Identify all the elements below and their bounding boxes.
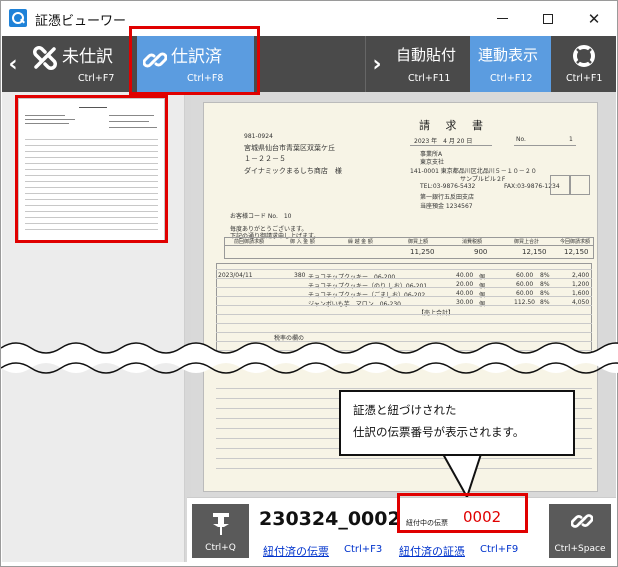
item-unit-1: 個 [479,272,485,281]
this-invoice-label: 今回御請求額 [560,239,591,245]
auto-attach-label: 自動貼付 [396,46,457,64]
chevron-left-icon: ‹ [8,51,18,77]
invoice-no-label: No. [516,136,526,143]
chevron-right-icon: › [372,51,382,77]
carryover-label: 繰 越 金 額 [348,239,373,245]
item-name-2: チョコチップクッキー（のり しお）06-201 [308,281,427,290]
item-name-1: チョコチップクッキー 06-200 [308,272,395,281]
payment-label: 御 入 金 額 [290,239,315,245]
item-name-3: チョコチップクッキー（ごましお）06-202 [308,290,425,299]
tax-label: 消費税額 [462,239,483,245]
title-bar: 証憑ビューワー ✕ [1,1,617,36]
linked-slip-shortcut: Ctrl+F3 [344,544,383,555]
sender-building: サンプルビル２F [460,176,506,183]
voucher-number: 230324_0002 [259,508,401,530]
highlight-journaled [129,26,260,95]
prev-arrow-button[interactable]: ‹ [2,36,24,92]
item-unit-3: 個 [479,290,485,299]
app-search-icon [9,9,27,27]
viewer-window: 証憑ビューワー ✕ ‹ 未仕訳 Ctrl+F7 仕訳済 Ctrl+F8 › 自動… [0,0,618,567]
pin-shortcut: Ctrl+Q [205,543,236,553]
tax-amount: 900 [474,248,488,256]
linked-evidence-shortcut: Ctrl+F9 [480,544,519,555]
sender-tel: TEL:03-9876-5432 [420,183,476,190]
lifebuoy-icon [573,45,595,67]
sales-amount: 11,250 [410,248,435,256]
seal-box-1 [550,175,570,195]
wave-break [1,342,618,374]
customer-name: ダイナミックまるしち商店 様 [244,167,342,175]
close-icon: ✕ [587,9,601,28]
customer-postal: 981-0924 [244,133,273,140]
linked-display-label: 連動表示 [478,46,539,64]
subtotal-label: 【売上合計】 [418,308,454,317]
customer-address-2: １－２２－５ [244,155,286,163]
linked-display-shortcut: Ctrl+F12 [490,73,533,84]
link-icon [571,514,593,528]
sales-label: 御買上額 [408,239,429,245]
help-button[interactable]: Ctrl+F1 [552,36,616,92]
help-shortcut: Ctrl+F1 [566,73,603,84]
item-unit-4: 個 [479,299,485,308]
auto-attach-button[interactable]: 自動貼付 Ctrl+F11 [388,36,469,92]
minimize-button[interactable] [479,1,525,36]
next-arrow-button[interactable]: › [366,36,388,92]
auto-attach-shortcut: Ctrl+F11 [408,73,451,84]
callout-line-1: 証憑と紐づけされた [353,403,457,417]
linked-display-button[interactable]: 連動表示 Ctrl+F12 [470,36,551,92]
close-button[interactable]: ✕ [571,1,617,36]
unjournaled-label: 未仕訳 [62,47,113,67]
unlink-icon [33,46,57,70]
total-amount: 12,150 [522,248,547,256]
customer-code: お客様コード No. 10 [230,213,292,220]
callout-box: 証憑と紐づけされた 仕訳の伝票番号が表示されます。 [339,390,575,456]
pin-icon [213,513,229,535]
link-shortcut: Ctrl+Space [554,544,606,554]
maximize-button[interactable] [525,1,571,36]
sender-dept-2: 東京支社 [420,159,445,166]
toolbar: ‹ 未仕訳 Ctrl+F7 仕訳済 Ctrl+F8 › 自動貼付 Ctrl+F1… [2,36,616,92]
seal-box-2 [570,175,590,195]
highlight-linking-slip [397,493,528,533]
unjournaled-button[interactable]: 未仕訳 Ctrl+F7 [26,36,134,92]
total-sales-label: 御買上合計 [514,239,540,245]
linked-slip-link[interactable]: 紐付済の伝票 [263,543,329,559]
customer-address-1: 宮城県仙台市青葉区双葉ケ丘 [244,144,335,152]
this-invoice-amount: 12,150 [564,248,589,256]
maximize-icon [543,13,553,24]
sender-account: 当座預金 1234567 [420,203,473,210]
invoice-title: 請 求 書 [419,119,489,132]
window-title: 証憑ビューワー [35,14,127,29]
sender-bank: 第一銀行五反田支店 [420,194,475,201]
pin-button[interactable]: Ctrl+Q [192,504,249,558]
linked-evidence-link[interactable]: 紐付済の証憑 [399,543,465,559]
item-unit-2: 個 [479,281,485,290]
highlight-thumbnail [15,95,168,243]
minimize-icon [496,18,508,19]
invoice-no: 1 [569,136,573,143]
invoice-date: 2023 年 4 月 20 日 [414,138,473,145]
prev-balance-label: 前回御請求額 [234,239,265,245]
unjournaled-shortcut: Ctrl+F7 [78,73,115,84]
item-name-4: ジャンボいも芋 マロン 06-230 [308,299,401,308]
callout-line-2: 仕訳の伝票番号が表示されます。 [353,425,525,439]
link-button[interactable]: Ctrl+Space [549,504,611,558]
